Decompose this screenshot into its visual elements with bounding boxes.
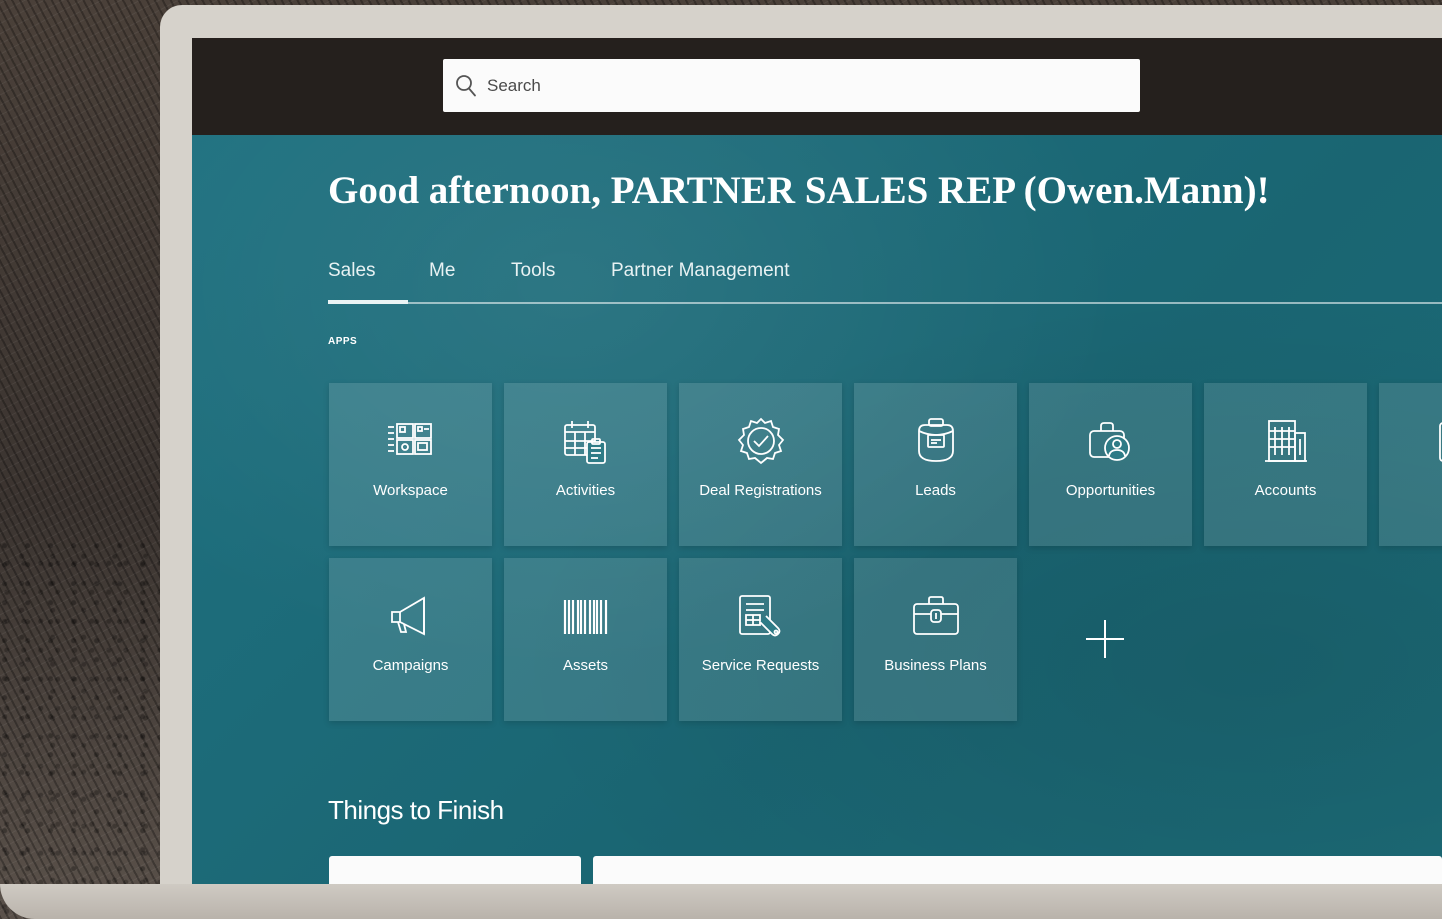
app-tile-label: Business Plans bbox=[884, 657, 987, 674]
app-tile-label: Assets bbox=[562, 657, 608, 674]
app-tile-label: Co bbox=[1385, 481, 1442, 500]
app-tile-business-plans[interactable]: Business Plans bbox=[854, 558, 1017, 721]
app-tile-label: Deal Registrations bbox=[699, 482, 822, 499]
app-tile-deal-registrations[interactable]: Deal Registrations bbox=[679, 383, 842, 546]
global-header bbox=[192, 38, 1442, 135]
deal-registrations-icon bbox=[737, 417, 784, 465]
springboard-tabs: Sales Me Tools Partner Management bbox=[328, 260, 1442, 304]
add-app-button[interactable] bbox=[1024, 558, 1187, 721]
assets-icon bbox=[563, 600, 607, 634]
page-title: Good afternoon, PARTNER SALES REP (Owen.… bbox=[328, 169, 1270, 212]
activities-icon bbox=[563, 421, 606, 464]
app-tile-label: Activities bbox=[555, 482, 616, 499]
app-tile-label: Opportunities bbox=[1065, 482, 1156, 499]
app-tile-label: Service Requests bbox=[701, 657, 820, 674]
springboard: Good afternoon, PARTNER SALES REP (Owen.… bbox=[192, 135, 1442, 889]
app-tile-service-requests[interactable]: Service Requests bbox=[679, 558, 842, 721]
app-tile-label: Campaigns bbox=[372, 657, 449, 674]
app-tile-label: Leads bbox=[915, 482, 956, 499]
app-tile-label: Workspace bbox=[373, 482, 448, 499]
app-tile-opportunities[interactable]: Opportunities bbox=[1029, 383, 1192, 546]
service-requests-icon bbox=[738, 595, 780, 637]
tab-tools[interactable]: Tools bbox=[511, 260, 555, 300]
search-bar[interactable] bbox=[443, 59, 1140, 112]
app-tile-accounts[interactable]: Accounts bbox=[1204, 383, 1367, 546]
tab-sales[interactable]: Sales bbox=[328, 260, 408, 304]
app-tile-workspace[interactable]: Workspace bbox=[329, 383, 492, 546]
workspace-icon bbox=[387, 423, 432, 455]
apps-section-label: APPS bbox=[328, 336, 358, 347]
app-tile-contacts[interactable]: Co bbox=[1379, 383, 1442, 546]
tab-partner-management[interactable]: Partner Management bbox=[611, 260, 790, 300]
search-icon bbox=[456, 74, 476, 96]
app-tile-label: Accounts bbox=[1254, 482, 1317, 499]
plus-icon bbox=[1086, 620, 1124, 658]
laptop-base bbox=[0, 884, 1442, 919]
campaigns-icon bbox=[390, 596, 425, 636]
things-to-finish-heading: Things to Finish bbox=[328, 795, 504, 825]
tab-me[interactable]: Me bbox=[429, 260, 455, 300]
accounts-icon bbox=[1264, 420, 1307, 462]
app-screen: Good afternoon, PARTNER SALES REP (Owen.… bbox=[192, 38, 1442, 889]
business-plans-icon bbox=[912, 596, 959, 635]
app-tile-leads[interactable]: Leads bbox=[854, 383, 1017, 546]
search-input[interactable] bbox=[485, 74, 1089, 97]
leads-icon bbox=[917, 418, 954, 462]
contacts-icon bbox=[1438, 422, 1442, 462]
opportunities-icon bbox=[1088, 422, 1130, 461]
app-tile-campaigns[interactable]: Campaigns bbox=[329, 558, 492, 721]
app-tile-assets[interactable]: Assets bbox=[504, 558, 667, 721]
app-tile-activities[interactable]: Activities bbox=[504, 383, 667, 546]
